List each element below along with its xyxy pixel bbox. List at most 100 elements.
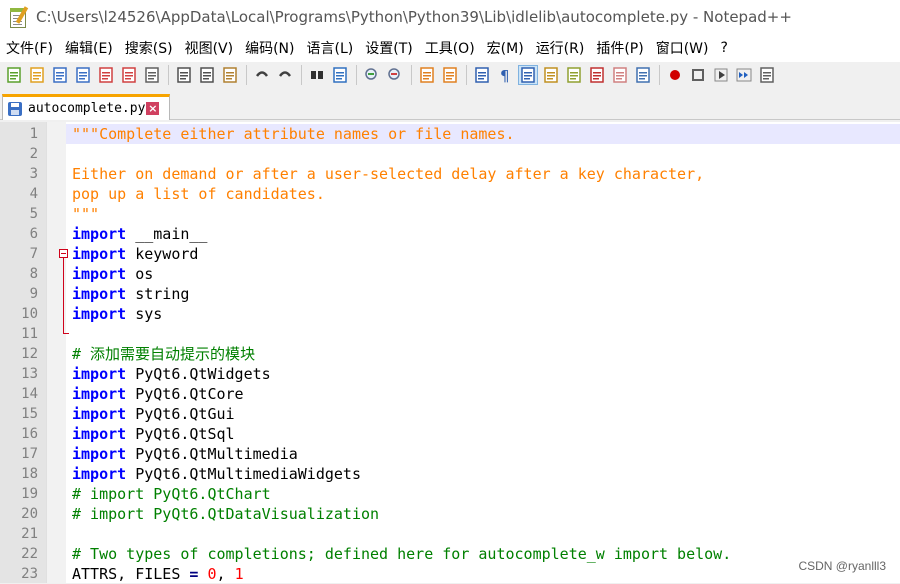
code-line[interactable]: import PyQt6.QtCore	[66, 384, 900, 404]
code-line[interactable]: import PyQt6.QtGui	[66, 404, 900, 424]
code-token: ATTRS, FILES	[72, 565, 190, 583]
line-number: 10	[21, 306, 38, 322]
code-line[interactable]: import keyword	[66, 244, 900, 264]
line-number: 11	[21, 326, 38, 342]
user-lang-icon[interactable]	[541, 65, 561, 85]
code-line[interactable]: import PyQt6.QtSql	[66, 424, 900, 444]
menu-item-4[interactable]: 编码(N)	[239, 38, 300, 58]
doc-map-icon[interactable]	[564, 65, 584, 85]
record-macro-icon[interactable]	[665, 65, 685, 85]
new-file-icon[interactable]	[4, 65, 24, 85]
menu-item-9[interactable]: 运行(R)	[530, 38, 591, 58]
print-icon[interactable]	[142, 65, 162, 85]
code-token: Either on demand or after a user-selecte…	[72, 165, 705, 183]
code-line[interactable]	[66, 324, 900, 344]
code-line[interactable]: import string	[66, 284, 900, 304]
sync-horizontal-icon[interactable]	[440, 65, 460, 85]
show-all-chars-icon[interactable]: ¶	[495, 65, 515, 85]
folder-workspace-icon[interactable]	[610, 65, 630, 85]
cut-icon[interactable]	[174, 65, 194, 85]
menu-item-12[interactable]: ?	[715, 40, 734, 56]
monitor-icon[interactable]	[633, 65, 653, 85]
code-line[interactable]: # import PyQt6.QtDataVisualization	[66, 504, 900, 524]
code-line[interactable]: import PyQt6.QtWidgets	[66, 364, 900, 384]
save-macro-icon[interactable]	[757, 65, 777, 85]
code-line[interactable]: import os	[66, 264, 900, 284]
stop-record-icon[interactable]	[688, 65, 708, 85]
sync-vertical-icon[interactable]	[417, 65, 437, 85]
tab-autocomplete-py[interactable]: autocomplete.py ×	[2, 94, 170, 120]
code-line[interactable]: import PyQt6.QtMultimediaWidgets	[66, 464, 900, 484]
fold-collapse-icon[interactable]	[59, 249, 68, 258]
function-list-icon[interactable]	[587, 65, 607, 85]
line-number: 4	[29, 186, 38, 202]
code-line-text: # Two types of completions; defined here…	[72, 544, 731, 564]
copy-icon[interactable]	[197, 65, 217, 85]
undo-icon[interactable]	[252, 65, 272, 85]
menu-item-6[interactable]: 设置(T)	[359, 38, 418, 58]
code-token: # 添加需要自动提示的模块	[72, 345, 256, 363]
code-token: PyQt6.QtWidgets	[126, 365, 271, 383]
code-line[interactable]	[66, 144, 900, 164]
title-bar: C:\Users\l24526\AppData\Local\Programs\P…	[0, 0, 900, 34]
code-token: 0	[207, 565, 217, 583]
code-token: import	[72, 225, 127, 243]
indent-guide-icon[interactable]	[518, 65, 538, 85]
code-token: import	[72, 305, 127, 323]
code-line[interactable]: # Two types of completions; defined here…	[66, 544, 900, 564]
code-line[interactable]: # 添加需要自动提示的模块	[66, 344, 900, 364]
toolbar-separator	[246, 65, 247, 85]
line-number: 3	[29, 166, 38, 182]
redo-icon[interactable]	[275, 65, 295, 85]
code-line[interactable]	[66, 524, 900, 544]
save-icon[interactable]	[50, 65, 70, 85]
code-line[interactable]: import __main__	[66, 224, 900, 244]
toolbar-separator	[411, 65, 412, 85]
tab-close-icon[interactable]: ×	[146, 102, 160, 115]
close-all-icon[interactable]	[119, 65, 139, 85]
play-macro-icon[interactable]	[711, 65, 731, 85]
menu-item-3[interactable]: 视图(V)	[179, 38, 240, 58]
menu-item-1[interactable]: 编辑(E)	[59, 38, 119, 58]
close-icon[interactable]	[96, 65, 116, 85]
code-token: import	[72, 365, 127, 383]
menu-item-11[interactable]: 窗口(W)	[650, 38, 715, 58]
menu-item-10[interactable]: 插件(P)	[590, 38, 649, 58]
replace-icon[interactable]	[330, 65, 350, 85]
code-line[interactable]: ATTRS, FILES = 0, 1	[66, 564, 900, 584]
line-number: 16	[21, 426, 38, 442]
code-token: """	[72, 205, 100, 223]
code-token: import	[72, 385, 127, 403]
menu-item-0[interactable]: 文件(F)	[0, 38, 59, 58]
code-line[interactable]: import sys	[66, 304, 900, 324]
menu-item-7[interactable]: 工具(O)	[419, 38, 481, 58]
run-macro-multiple-icon[interactable]	[734, 65, 754, 85]
menu-item-8[interactable]: 宏(M)	[481, 38, 530, 58]
tab-label: autocomplete.py	[28, 101, 146, 116]
zoom-in-icon[interactable]	[362, 65, 382, 85]
word-wrap-icon[interactable]	[472, 65, 492, 85]
code-line[interactable]: # import PyQt6.QtChart	[66, 484, 900, 504]
line-number: 21	[21, 526, 38, 542]
menu-item-5[interactable]: 语言(L)	[301, 38, 360, 58]
menu-bar: 文件(F) 编辑(E) 搜索(S) 视图(V) 编码(N) 语言(L) 设置(T) 工具(O)…	[0, 34, 900, 62]
code-line[interactable]: """	[66, 204, 900, 224]
code-area[interactable]: """Complete either attribute names or fi…	[66, 122, 900, 583]
save-all-icon[interactable]	[73, 65, 93, 85]
line-number: 7	[29, 246, 38, 262]
code-line[interactable]: """Complete either attribute names or fi…	[66, 124, 900, 144]
code-line[interactable]: Either on demand or after a user-selecte…	[66, 164, 900, 184]
line-number: 5	[29, 206, 38, 222]
code-line[interactable]: pop up a list of candidates.	[66, 184, 900, 204]
code-line[interactable]: import PyQt6.QtMultimedia	[66, 444, 900, 464]
paste-icon[interactable]	[220, 65, 240, 85]
code-line-text: pop up a list of candidates.	[72, 184, 325, 204]
editor[interactable]: """Complete either attribute names or fi…	[0, 122, 900, 583]
open-file-icon[interactable]	[27, 65, 47, 85]
zoom-out-icon[interactable]	[385, 65, 405, 85]
menu-item-2[interactable]: 搜索(S)	[119, 38, 179, 58]
code-line-text: import PyQt6.QtMultimedia	[72, 444, 298, 464]
find-icon[interactable]	[307, 65, 327, 85]
fold-margin[interactable]	[46, 122, 66, 583]
line-number: 1	[29, 126, 38, 142]
